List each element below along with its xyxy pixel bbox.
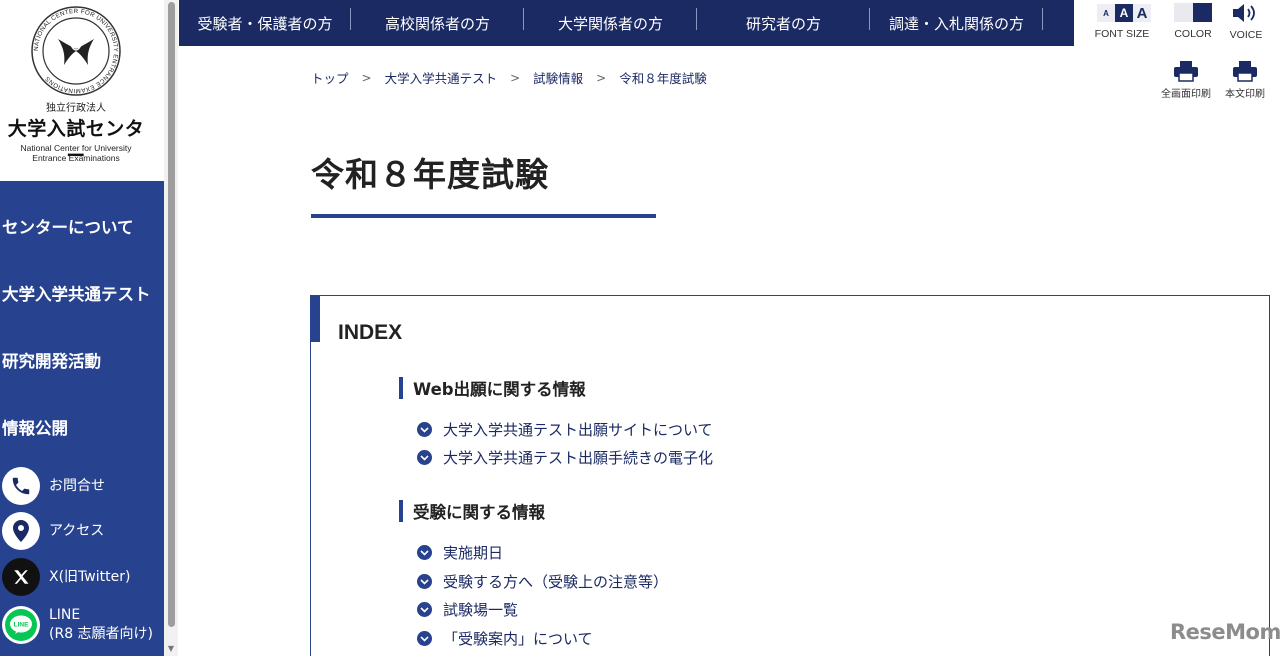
print-body-button[interactable]: 本文印刷 [1221, 60, 1269, 100]
print-full-label: 全画面印刷 [1161, 89, 1211, 100]
sidebar-link-line[interactable]: LINE LINE (R8 志願者向け) [2, 603, 164, 647]
index-link[interactable]: 大学入学共通テスト出願サイトについて [417, 419, 713, 440]
chevron-down-icon [417, 422, 432, 437]
section-heading-web-application: Web出願に関する情報 [399, 376, 586, 400]
color-default-swatch[interactable] [1174, 3, 1193, 22]
breadcrumb-item[interactable]: 大学入学共通テスト [385, 68, 498, 87]
chevron-down-icon [417, 631, 432, 646]
breadcrumb-current: 令和８年度試験 [619, 71, 707, 86]
sidebar-item-disclosure[interactable]: 情報公開 [2, 415, 68, 439]
sidebar-link-label: お問合せ [49, 477, 105, 494]
top-nav-researchers[interactable]: 研究者の方 [697, 0, 870, 46]
site-logo[interactable]: NATIONAL CENTER FOR UNIVERSITY ENTRANCE … [0, 0, 164, 181]
page-title: 令和８年度試験 [311, 155, 549, 194]
chevron-down-icon [417, 602, 432, 617]
font-size-label: FONT SIZE [1094, 28, 1150, 40]
breadcrumb-item[interactable]: 試験情報 [533, 68, 583, 87]
font-size-medium-button[interactable]: A [1115, 4, 1133, 22]
sidebar-nav: センターについて 大学入学共通テスト 研究開発活動 情報公開 お問合せ アクセス… [0, 181, 164, 656]
org-name-en-line1: National Center for University [20, 143, 132, 153]
index-link[interactable]: 試験場一覧 [417, 599, 518, 620]
top-nav-examinees[interactable]: 受験者・保護者の方 [179, 0, 351, 46]
index-link-label: 大学入学共通テスト出願サイトについて [443, 421, 713, 439]
index-link-label: 「受験案内」について [443, 630, 593, 648]
title-underline [311, 214, 656, 218]
index-link[interactable]: 実施期日 [417, 542, 503, 563]
svg-text:LINE: LINE [14, 622, 29, 629]
font-size-small-button[interactable]: A [1097, 4, 1115, 22]
org-type: 独立行政法人 [46, 103, 106, 114]
line-label-line1: LINE [49, 607, 81, 623]
breadcrumb-item[interactable]: トップ [311, 68, 349, 87]
printer-icon [1233, 61, 1257, 82]
breadcrumb: トップ > 大学入学共通テスト > 試験情報 > 令和８年度試験 [311, 68, 707, 87]
sidebar-link-contact[interactable]: お問合せ [2, 466, 164, 506]
index-link[interactable]: 「受験案内」について [417, 628, 593, 649]
scrollbar-thumb[interactable] [168, 2, 175, 627]
section-accent-bar [399, 377, 403, 399]
section-accent-bar [399, 500, 403, 522]
top-nav-high-school[interactable]: 高校関係者の方 [351, 0, 524, 46]
breadcrumb-separator-icon: > [510, 70, 521, 85]
index-title: INDEX [338, 321, 403, 344]
index-link-label: 試験場一覧 [443, 601, 519, 619]
index-accent-bar [311, 296, 320, 342]
phone-icon [2, 467, 40, 505]
index-link-label: 実施期日 [443, 544, 504, 562]
org-name-en-line2: Entrance Examinations [32, 153, 120, 163]
top-nav-university[interactable]: 大学関係者の方 [524, 0, 697, 46]
line-logo-icon: LINE [2, 606, 40, 644]
index-link[interactable]: 大学入学共通テスト出願手続きの電子化 [417, 447, 713, 468]
index-link-label: 受験する方へ（受験上の注意等） [443, 573, 669, 591]
top-nav: 受験者・保護者の方 高校関係者の方 大学関係者の方 研究者の方 調達・入札関係の… [179, 0, 1074, 46]
top-nav-procurement[interactable]: 調達・入札関係の方 [870, 0, 1043, 46]
color-dark-swatch[interactable] [1193, 3, 1212, 22]
scroll-down-arrow-icon[interactable]: ▼ [166, 644, 176, 654]
section-heading-exam-info: 受験に関する情報 [399, 499, 545, 523]
printer-icon [1174, 61, 1198, 82]
breadcrumb-separator-icon: > [361, 70, 372, 85]
sidebar-item-common-test[interactable]: 大学入学共通テスト [2, 281, 151, 305]
chevron-down-icon [417, 574, 432, 589]
speaker-icon[interactable] [1231, 2, 1259, 24]
index-link-label: 大学入学共通テスト出願手続きの電子化 [443, 449, 714, 467]
sidebar-link-label: X(旧Twitter) [49, 568, 131, 585]
index-link[interactable]: 受験する方へ（受験上の注意等） [417, 571, 668, 592]
map-pin-icon [2, 512, 40, 550]
font-size-large-button[interactable]: A [1133, 4, 1151, 22]
sidebar-link-label: アクセス [49, 522, 105, 539]
sidebar-item-about[interactable]: センターについて [2, 214, 134, 238]
sidebar-link-x[interactable]: X(旧Twitter) [2, 557, 164, 597]
line-label-line2: (R8 志願者向け) [49, 626, 154, 642]
voice-label: VOICE [1229, 29, 1263, 41]
sidebar-link-label: LINE (R8 志願者向け) [49, 606, 153, 644]
x-logo-icon [2, 558, 40, 596]
print-full-button[interactable]: 全画面印刷 [1157, 60, 1215, 100]
color-label: COLOR [1174, 28, 1212, 40]
chevron-down-icon [417, 545, 432, 560]
chevron-down-icon [417, 450, 432, 465]
section-heading-text: 受験に関する情報 [413, 503, 545, 522]
breadcrumb-separator-icon: > [596, 70, 607, 85]
watermark: ReseMom [1170, 620, 1280, 644]
logo-emblem-icon: NATIONAL CENTER FOR UNIVERSITY ENTRANCE … [31, 6, 121, 96]
section-heading-text: Web出願に関する情報 [413, 380, 586, 399]
sidebar-link-access[interactable]: アクセス [2, 511, 164, 551]
sidebar-item-research[interactable]: 研究開発活動 [2, 348, 101, 372]
index-box: INDEX Web出願に関する情報 大学入学共通テスト出願サイトについて 大学入… [310, 295, 1270, 656]
print-body-label: 本文印刷 [1225, 89, 1265, 100]
